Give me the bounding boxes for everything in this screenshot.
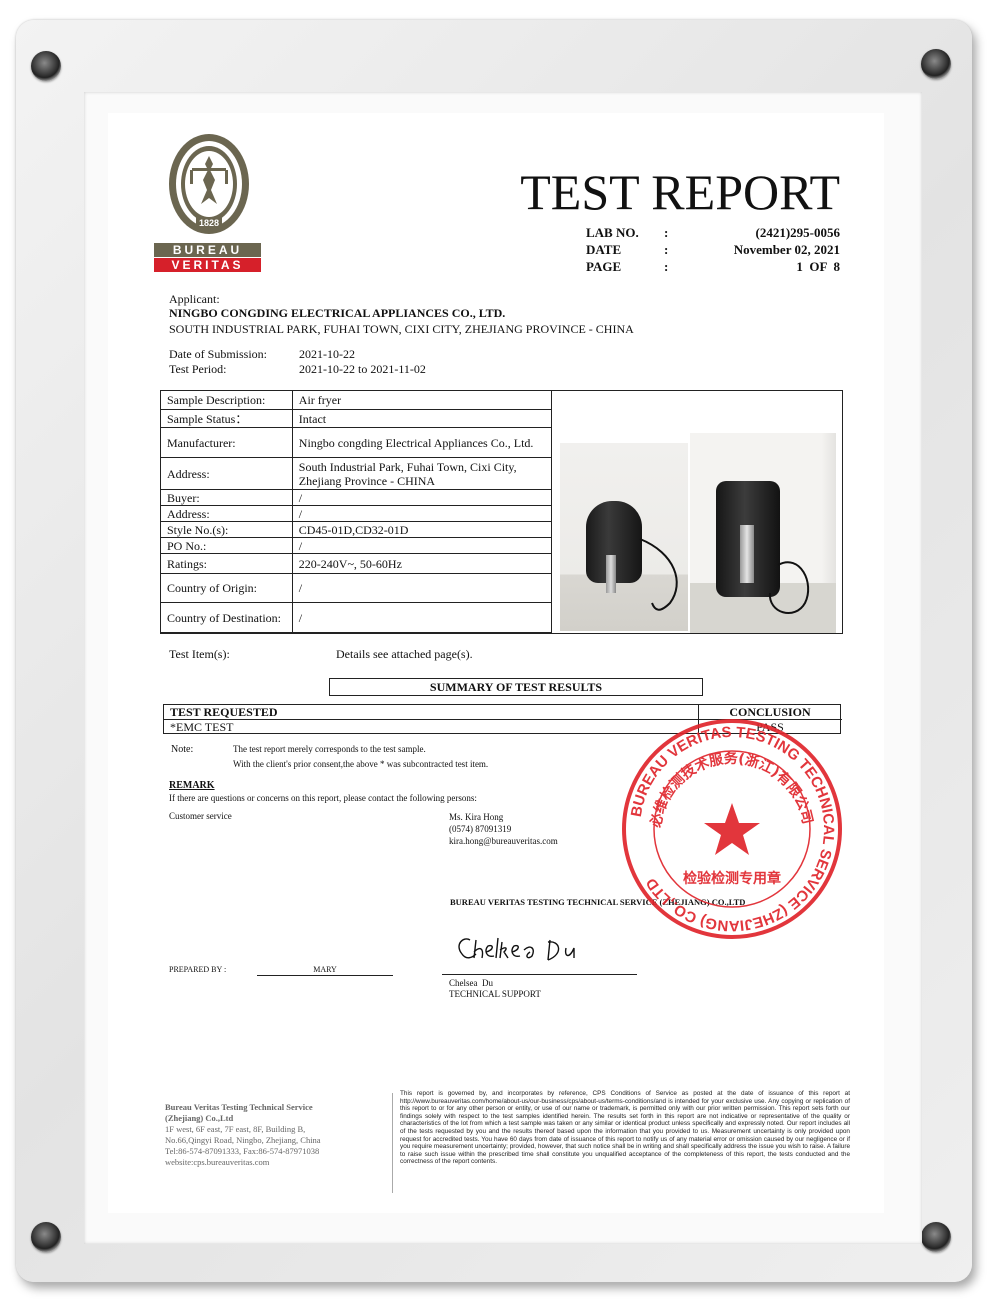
row-label: Manufacturer:	[160, 427, 293, 458]
lab-no-value: (2421)295-0056	[755, 225, 841, 240]
table-row: Address: /	[160, 505, 553, 522]
bureau-veritas-logo: 1828 BUREAU VERITAS	[152, 132, 267, 272]
logo-word-bureau: BUREAU	[154, 243, 261, 257]
footer-company-block: Bureau Veritas Testing Technical Service…	[165, 1102, 321, 1168]
applicant-name: NINGBO CONGDING ELECTRICAL APPLIANCES CO…	[169, 306, 506, 320]
contact-email: kira.hong@bureauveritas.com	[449, 836, 558, 846]
contact-name: Ms. Kira Hong	[449, 812, 504, 822]
table-row: PO No.: /	[160, 537, 553, 554]
signer-block: Chelsea Du TECHNICAL SUPPORT	[449, 978, 541, 1000]
prepared-by-name: MARY	[257, 965, 393, 976]
applicant-address: SOUTH INDUSTRIAL PARK, FUHAI TOWN, CIXI …	[169, 322, 634, 336]
logo-word-veritas: VERITAS	[154, 258, 261, 272]
footer-address-1: 1F west, 6F east, 7F east, 8F, Building …	[165, 1124, 306, 1134]
row-value: Intact	[291, 409, 553, 428]
signer-name: Chelsea Du	[449, 978, 493, 988]
footer-address-2: No.66,Qingyi Road, Ningbo, Zhejiang, Chi…	[165, 1135, 321, 1145]
footer-divider	[392, 1093, 393, 1193]
report-meta: LAB NO. : (2421)295-0056 DATE : November…	[586, 224, 840, 275]
applicant-label: Applicant:	[169, 292, 220, 306]
date-value: November 02, 2021	[733, 242, 840, 257]
row-value: /	[291, 537, 553, 554]
submission-value: 2021-10-22	[299, 347, 355, 361]
sample-info-table: Sample Description: Air fryer Sample Stat…	[160, 390, 553, 633]
frame-bolt-icon	[31, 51, 61, 81]
signature-icon	[458, 937, 575, 961]
page-colon: :	[664, 259, 669, 274]
period-label: Test Period:	[169, 362, 227, 376]
row-value: South Industrial Park, Fuhai Town, Cixi …	[291, 457, 553, 490]
table-row: Address: South Industrial Park, Fuhai Tow…	[160, 457, 553, 490]
report-title: TEST REPORT	[520, 164, 840, 220]
seal-cn-bottom: 检验检测专用章	[683, 870, 781, 887]
prepared-by-label: PREPARED BY :	[169, 965, 227, 974]
test-name: *EMC TEST	[170, 720, 234, 734]
frame-bolt-icon	[31, 1222, 61, 1252]
footer-disclaimer: This report is governed by, and incorpor…	[400, 1090, 850, 1166]
submission-label: Date of Submission:	[169, 347, 267, 361]
row-label: Address:	[160, 505, 293, 522]
table-row: Country of Origin: /	[160, 573, 553, 603]
footer-tel: Tel:86-574-87091333, Fax:86-574-87971038	[165, 1146, 320, 1156]
footer-company-2: (Zhejiang) Co.,Ltd	[165, 1113, 234, 1123]
row-value: /	[291, 505, 553, 522]
date-label: DATE	[586, 242, 622, 257]
table-row: Style No.(s): CD45-01D,CD32-01D	[160, 521, 553, 538]
test-items-value: Details see attached page(s).	[336, 647, 473, 661]
note-label: Note:	[171, 744, 194, 755]
page-value: 1 OF 8	[796, 259, 840, 274]
table-row: Sample Description: Air fryer	[160, 390, 553, 410]
row-value: Ningbo congding Electrical Appliances Co…	[291, 427, 553, 458]
row-label: Style No.(s):	[160, 521, 293, 538]
lab-no-colon: :	[664, 225, 669, 240]
row-label: Sample Status：	[160, 409, 293, 428]
row-label: Ratings:	[160, 553, 293, 574]
row-value: /	[291, 489, 553, 506]
test-items-label: Test Item(s):	[169, 647, 230, 661]
row-label: Address:	[160, 457, 293, 490]
frame-bolt-icon	[921, 1222, 951, 1252]
signature-line	[442, 974, 637, 975]
row-value: /	[291, 602, 553, 633]
table-row: Sample Status： Intact	[160, 409, 553, 428]
date-colon: :	[664, 242, 669, 257]
row-label: PO No.:	[160, 537, 293, 554]
contact-block: Ms. Kira Hong (0574) 87091319 kira.hong@…	[449, 811, 558, 847]
logo-year: 1828	[198, 218, 220, 228]
product-photo-front	[560, 443, 688, 631]
table-row: Buyer: /	[160, 489, 553, 506]
table-row: Ratings: 220-240V~, 50-60Hz	[160, 553, 553, 574]
row-label: Country of Origin:	[160, 573, 293, 603]
footer-website: website:cps.bureauveritas.com	[165, 1157, 270, 1167]
col-test-requested: TEST REQUESTED	[170, 705, 278, 719]
row-value: /	[291, 573, 553, 603]
row-label: Sample Description:	[160, 390, 293, 410]
remark-text: If there are questions or concerns on th…	[169, 793, 477, 803]
company-seal-icon: BUREAU VERITAS TESTING TECHNICAL SERVICE…	[622, 719, 842, 939]
row-label: Country of Destination:	[160, 602, 293, 633]
signer-title: TECHNICAL SUPPORT	[449, 989, 541, 999]
note-line-2: With the client's prior consent,the abov…	[233, 759, 489, 769]
page-label: PAGE	[586, 259, 622, 274]
product-photo-side	[690, 433, 836, 633]
row-value: 220-240V~, 50-60Hz	[291, 553, 553, 574]
summary-title: SUMMARY OF TEST RESULTS	[329, 678, 703, 696]
frame-bolt-icon	[921, 49, 951, 79]
footer-company-1: Bureau Veritas Testing Technical Service	[165, 1102, 313, 1112]
row-value: CD45-01D,CD32-01D	[291, 521, 553, 538]
row-value: Air fryer	[291, 390, 553, 410]
period-value: 2021-10-22 to 2021-11-02	[299, 362, 426, 376]
table-row: Manufacturer: Ningbo congding Electrical …	[160, 427, 553, 458]
certificate-page: 1828 BUREAU VERITAS TEST REPORT LAB NO. …	[108, 113, 884, 1213]
lab-no-label: LAB NO.	[586, 225, 639, 240]
remark-title: REMARK	[169, 780, 215, 791]
note-line-1: The test report merely corresponds to th…	[233, 744, 426, 754]
table-row: Country of Destination: /	[160, 602, 553, 633]
row-label: Buyer:	[160, 489, 293, 506]
customer-service-label: Customer service	[169, 811, 232, 821]
contact-phone: (0574) 87091319	[449, 824, 512, 834]
